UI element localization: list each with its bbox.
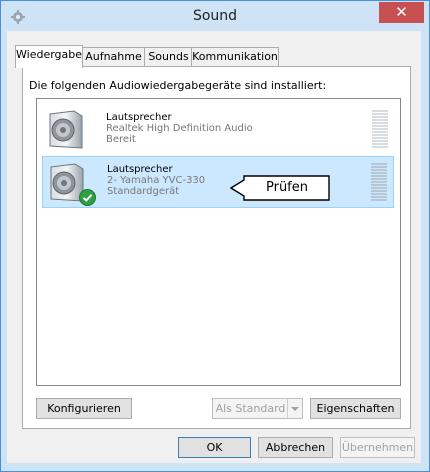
default-check-icon — [79, 189, 96, 206]
pruefen-callout: Prüfen — [230, 175, 330, 201]
button-label: Konfigurieren — [47, 402, 121, 415]
devices-heading: Die folgenden Audiowiedergabegeräte sind… — [29, 79, 327, 92]
tab-label: Aufnahme — [85, 50, 142, 63]
button-label: Als Standard — [215, 402, 286, 415]
ok-button[interactable]: OK — [178, 437, 251, 458]
configure-button[interactable]: Konfigurieren — [36, 398, 132, 419]
tab-label: Wiedergabe — [16, 48, 83, 61]
tab-wiedergabe[interactable]: Wiedergabe — [15, 45, 83, 68]
device-row-yamaha[interactable]: Lautsprecher 2- Yamaha YVC-330 Standardg… — [42, 156, 394, 208]
speaker-icon — [49, 110, 83, 149]
button-label: OK — [206, 441, 223, 454]
tab-label: Kommunikation — [192, 50, 278, 63]
cancel-button[interactable]: Abbrechen — [258, 437, 333, 458]
title-bar[interactable]: Sound ✕ — [1, 1, 429, 32]
tab-aufnahme[interactable]: Aufnahme — [81, 47, 146, 67]
close-button[interactable]: ✕ — [379, 2, 424, 23]
tab-label: Sounds — [148, 50, 189, 63]
device-name: Lautsprecher — [107, 164, 173, 175]
callout-label: Prüfen — [265, 180, 308, 195]
device-name: Lautsprecher — [106, 112, 172, 123]
volume-meter — [371, 163, 387, 204]
button-label: Übernehmen — [341, 441, 414, 454]
close-icon: ✕ — [395, 3, 408, 21]
window-title: Sound — [192, 8, 238, 24]
button-label: Abbrechen — [265, 441, 326, 454]
device-driver: Realtek High Definition Audio — [106, 123, 253, 134]
tab-sounds[interactable]: Sounds — [144, 47, 193, 67]
apply-button[interactable]: Übernehmen — [340, 437, 415, 458]
properties-button[interactable]: Eigenschaften — [310, 398, 401, 419]
device-list[interactable]: Lautsprecher Realtek High Definition Aud… — [36, 98, 401, 386]
chevron-down-icon[interactable] — [287, 399, 302, 418]
device-status: Standardgerät — [107, 186, 180, 197]
button-label: Eigenschaften — [316, 402, 395, 415]
device-row-realtek[interactable]: Lautsprecher Realtek High Definition Aud… — [42, 104, 394, 156]
volume-meter — [372, 110, 388, 151]
device-driver: 2- Yamaha YVC-330 — [107, 175, 206, 186]
tab-kommunikation[interactable]: Kommunikation — [191, 47, 279, 67]
set-default-button[interactable]: Als Standard — [212, 398, 303, 419]
device-status: Bereit — [106, 134, 136, 145]
